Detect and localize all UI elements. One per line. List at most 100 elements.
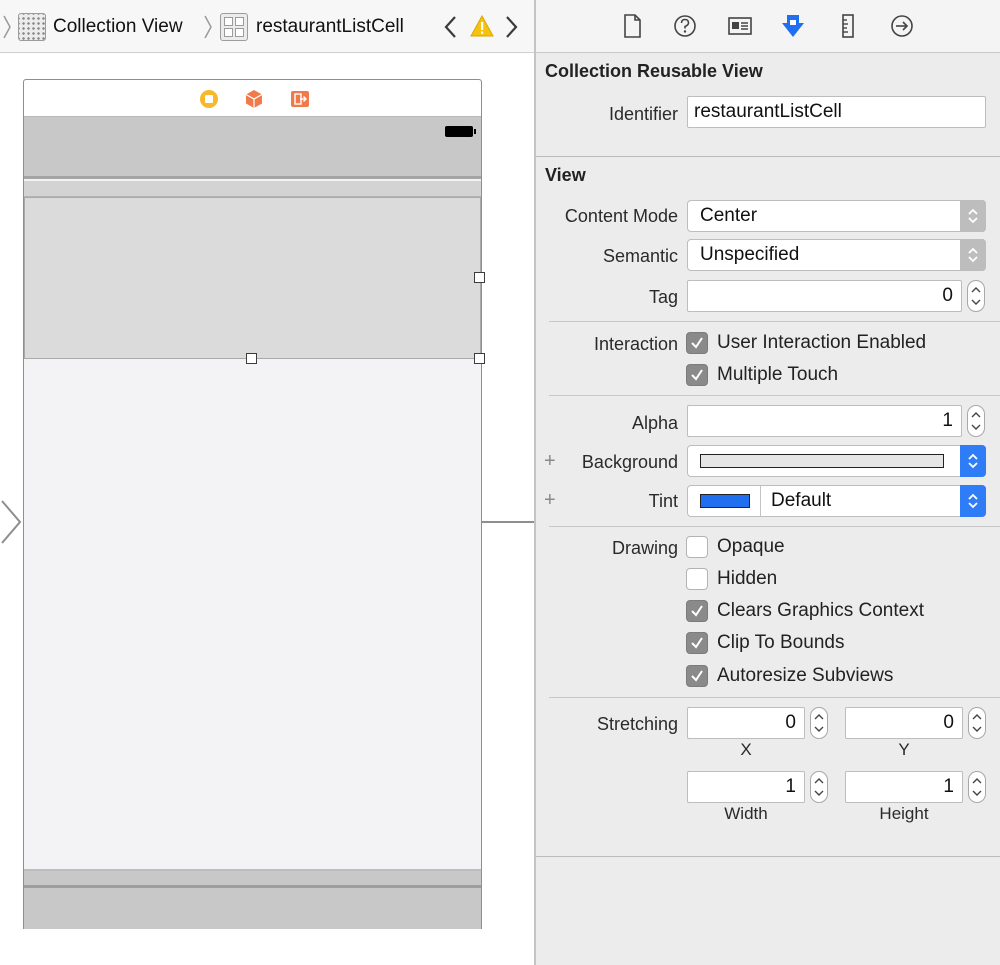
clears-graphics-label: Clears Graphics Context xyxy=(717,600,924,621)
opaque-checkbox[interactable] xyxy=(686,536,708,558)
semantic-label: Semantic xyxy=(602,246,678,266)
alpha-field[interactable]: 1 xyxy=(687,405,962,437)
group-divider xyxy=(549,526,1000,527)
add-variation-plus-icon[interactable]: + xyxy=(544,489,556,512)
resize-handle-bottom[interactable] xyxy=(246,353,257,364)
group-divider xyxy=(549,697,1000,698)
group-divider xyxy=(549,321,1000,322)
identifier-field[interactable]: restaurantListCell xyxy=(687,96,986,128)
first-responder-icon[interactable] xyxy=(244,89,264,109)
view-controller-icon[interactable] xyxy=(199,89,219,109)
multiple-touch-checkbox[interactable] xyxy=(686,364,708,386)
section-title-view: View xyxy=(545,165,586,185)
attributes-icon[interactable] xyxy=(779,12,807,40)
user-interaction-checkbox[interactable] xyxy=(686,332,708,354)
resize-handle-right[interactable] xyxy=(474,272,485,283)
tag-stepper[interactable] xyxy=(967,280,985,312)
help-icon[interactable] xyxy=(671,12,699,40)
inspector-bottom-area xyxy=(536,856,1000,965)
inspector-tab-bar xyxy=(536,0,1000,53)
hidden-checkbox[interactable] xyxy=(686,568,708,590)
autoresize-label: Autoresize Subviews xyxy=(717,665,894,686)
stretch-y-stepper[interactable] xyxy=(968,707,986,739)
size-icon[interactable] xyxy=(834,12,862,40)
stretch-x-stepper[interactable] xyxy=(810,707,828,739)
user-interaction-label: User Interaction Enabled xyxy=(717,332,927,353)
stretch-height-label: Height xyxy=(879,804,929,823)
breadcrumb-chevron-icon xyxy=(3,15,11,39)
back-arrow-icon[interactable] xyxy=(442,13,460,41)
clears-graphics-checkbox[interactable] xyxy=(686,600,708,622)
identifier-label: Identifier xyxy=(608,104,678,124)
forward-arrow-icon[interactable] xyxy=(502,13,520,41)
collection-cell-icon xyxy=(220,13,248,41)
tint-value: Default xyxy=(771,490,832,511)
interaction-label: Interaction xyxy=(593,334,678,354)
entry-point-arrow-icon xyxy=(1,500,22,544)
tint-label: Tint xyxy=(648,491,678,511)
stretching-label: Stretching xyxy=(596,714,678,734)
popup-arrows-icon xyxy=(960,200,986,232)
hidden-label: Hidden xyxy=(717,568,778,589)
add-variation-plus-icon[interactable]: + xyxy=(544,450,556,473)
segue-line xyxy=(482,521,535,523)
stretch-x-field[interactable]: 0 xyxy=(687,707,805,739)
breadcrumb: Collection View restaurantListCell xyxy=(0,0,535,53)
stretch-y-field[interactable]: 0 xyxy=(845,707,963,739)
tint-color-select[interactable]: Default xyxy=(687,485,986,517)
stretch-height-stepper[interactable] xyxy=(968,771,986,803)
connections-icon[interactable] xyxy=(888,12,916,40)
background-label: Background xyxy=(581,452,678,472)
tint-color-swatch xyxy=(700,494,750,508)
multiple-touch-label: Multiple Touch xyxy=(717,364,839,385)
selected-collection-cell[interactable] xyxy=(24,197,481,359)
content-mode-value: Center xyxy=(700,205,758,226)
background-color-select[interactable] xyxy=(687,445,986,477)
stretch-x-label: X xyxy=(740,740,752,759)
scene-dock xyxy=(24,80,481,117)
stretch-width-field[interactable]: 1 xyxy=(687,771,805,803)
opaque-label: Opaque xyxy=(717,536,785,557)
collection-view-icon xyxy=(18,13,46,41)
warning-icon[interactable] xyxy=(470,14,494,38)
section-title-reusable-view: Collection Reusable View xyxy=(545,61,763,81)
breadcrumb-chevron-icon xyxy=(204,15,212,39)
popup-arrows-icon xyxy=(960,445,986,477)
stretch-y-label: Y xyxy=(898,740,910,759)
stretch-height-field[interactable]: 1 xyxy=(845,771,963,803)
storyboard-editor: Collection View restaurantListCell xyxy=(0,0,535,965)
popup-arrows-icon xyxy=(960,485,986,517)
tag-field[interactable]: 0 xyxy=(687,280,962,312)
bottom-bar xyxy=(24,869,481,929)
storyboard-canvas[interactable] xyxy=(0,54,535,965)
breadcrumb-item-collection-view[interactable]: Collection View xyxy=(53,14,183,40)
popup-inner-divider xyxy=(760,486,761,516)
clip-to-bounds-checkbox[interactable] xyxy=(686,632,708,654)
file-icon[interactable] xyxy=(618,12,646,40)
drawing-label: Drawing xyxy=(611,538,678,558)
status-bar xyxy=(24,117,481,179)
alpha-stepper[interactable] xyxy=(967,405,985,437)
stretch-width-stepper[interactable] xyxy=(810,771,828,803)
alpha-label: Alpha xyxy=(631,413,678,433)
view-controller-scene[interactable] xyxy=(23,79,485,929)
stretch-width-label: Width xyxy=(724,804,768,823)
breadcrumb-item-cell[interactable]: restaurantListCell xyxy=(256,14,404,40)
autoresize-checkbox[interactable] xyxy=(686,665,708,687)
exit-icon[interactable] xyxy=(290,89,310,109)
clip-to-bounds-label: Clip To Bounds xyxy=(717,632,845,653)
attributes-inspector: Collection Reusable View Identifier rest… xyxy=(536,0,1000,965)
popup-arrows-icon xyxy=(960,239,986,271)
resize-handle-bottom-right[interactable] xyxy=(474,353,485,364)
background-color-swatch xyxy=(700,454,944,468)
section-divider xyxy=(536,156,1000,157)
section-header-strip xyxy=(24,181,481,197)
semantic-value: Unspecified xyxy=(700,244,800,265)
content-mode-select[interactable]: Center xyxy=(687,200,986,232)
content-mode-label: Content Mode xyxy=(564,206,678,226)
group-divider xyxy=(549,395,1000,396)
tag-label: Tag xyxy=(648,287,678,307)
semantic-select[interactable]: Unspecified xyxy=(687,239,986,271)
battery-icon xyxy=(445,126,476,137)
identity-icon[interactable] xyxy=(726,12,754,40)
